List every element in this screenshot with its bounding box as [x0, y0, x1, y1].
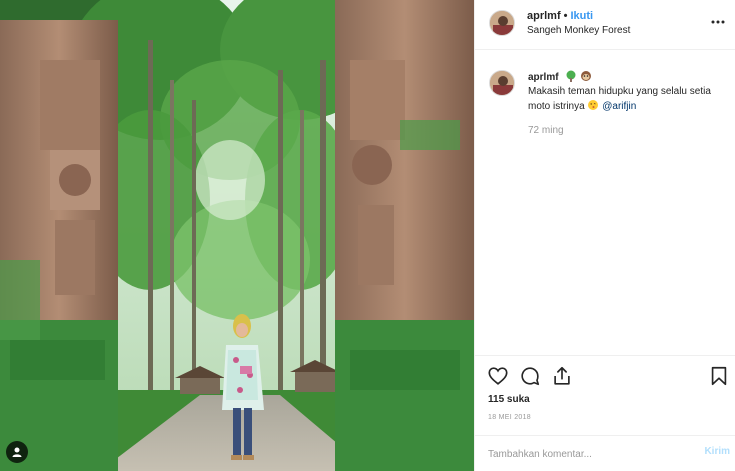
- heart-icon[interactable]: [487, 365, 509, 387]
- avatar-image: [490, 11, 514, 35]
- caption-username[interactable]: aprlmf: [528, 72, 559, 83]
- comment-form: Kirim: [475, 435, 735, 471]
- post-comment-button[interactable]: Kirim: [704, 446, 730, 457]
- share-icon[interactable]: [551, 365, 573, 387]
- tree-emoji-icon: [566, 70, 576, 82]
- post-header: aprlmf • Ikuti Sangeh Monkey Forest: [475, 0, 735, 50]
- caption-text: aprlmf Makasih teman hidupku yang selalu…: [528, 70, 728, 114]
- comment-icon[interactable]: [519, 365, 541, 387]
- caption-timestamp: 72 ming: [528, 125, 564, 136]
- comment-input[interactable]: [488, 446, 678, 462]
- caption-avatar[interactable]: [489, 70, 515, 96]
- header-name-row: aprlmf • Ikuti: [527, 10, 593, 22]
- bookmark-icon[interactable]: [708, 365, 730, 387]
- avatar-image: [490, 71, 514, 95]
- action-section: 115 suka 18 MEI 2018 Kirim: [475, 355, 735, 471]
- likes-count[interactable]: 115 suka: [488, 394, 530, 405]
- post-date: 18 MEI 2018: [488, 414, 531, 421]
- post-details-panel: aprlmf • Ikuti Sangeh Monkey Forest aprlmf: [474, 0, 735, 471]
- follow-button[interactable]: Ikuti: [570, 10, 593, 22]
- user-icon: [12, 447, 22, 457]
- kiss-emoji-icon: [588, 100, 599, 110]
- username-link[interactable]: aprlmf: [527, 10, 561, 22]
- monkey-emoji-icon: [581, 71, 592, 81]
- post-photo[interactable]: [0, 0, 474, 471]
- location-link[interactable]: Sangeh Monkey Forest: [527, 25, 630, 36]
- separator-dot: •: [563, 10, 568, 22]
- more-options-icon[interactable]: [710, 14, 726, 30]
- mention-link[interactable]: @arifjin: [602, 101, 636, 112]
- forest-temple-photo: [0, 0, 474, 471]
- avatar[interactable]: [489, 10, 515, 36]
- tagged-user-button[interactable]: [6, 441, 28, 463]
